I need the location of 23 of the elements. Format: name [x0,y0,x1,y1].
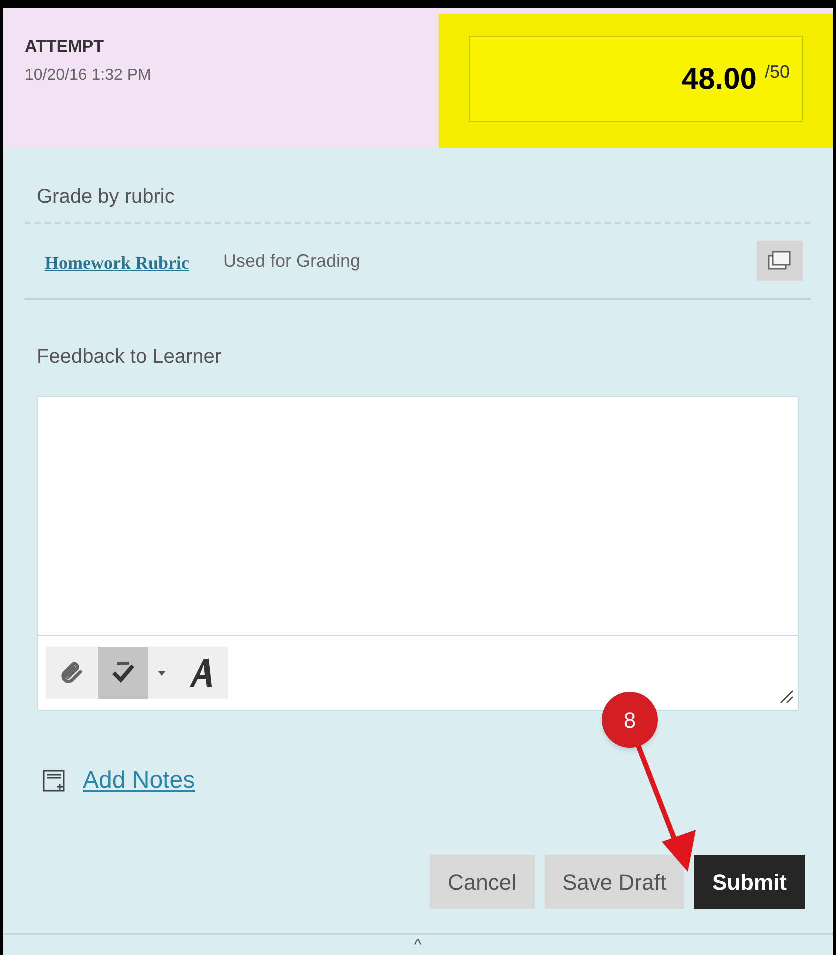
feedback-label: Feedback to Learner [36,345,223,370]
attach-button[interactable] [46,647,98,699]
secondary-button[interactable]: Cancel [430,855,534,909]
resize-handle-icon[interactable] [778,688,794,704]
submit-button[interactable]: Submit [694,855,805,909]
attempt-date: 10/20/16 1:32 PM [25,66,152,86]
add-notes-link[interactable]: Add Notes [83,763,196,799]
score-value: 48.00 [682,62,757,98]
note-icon [43,770,65,792]
rubric-heading: Grade by rubric [25,182,811,224]
paperclip-icon [59,660,85,686]
score-max: /50 [764,61,790,84]
windows-icon [768,251,792,271]
secondary-button[interactable]: Save Draft [544,855,684,909]
score-field[interactable]: 48.00 /50 [469,36,803,122]
font-button[interactable] [176,647,228,699]
caret-icon [158,670,166,676]
spellcheck-button[interactable] [98,647,148,699]
collapse-toggle[interactable]: ^ [414,935,422,955]
rubric-status: Used for Grading [223,250,361,273]
attempt-title: ATTEMPT [25,36,106,58]
expand-button[interactable] [757,241,803,281]
rubric-link[interactable]: Homework Rubric [45,250,190,276]
